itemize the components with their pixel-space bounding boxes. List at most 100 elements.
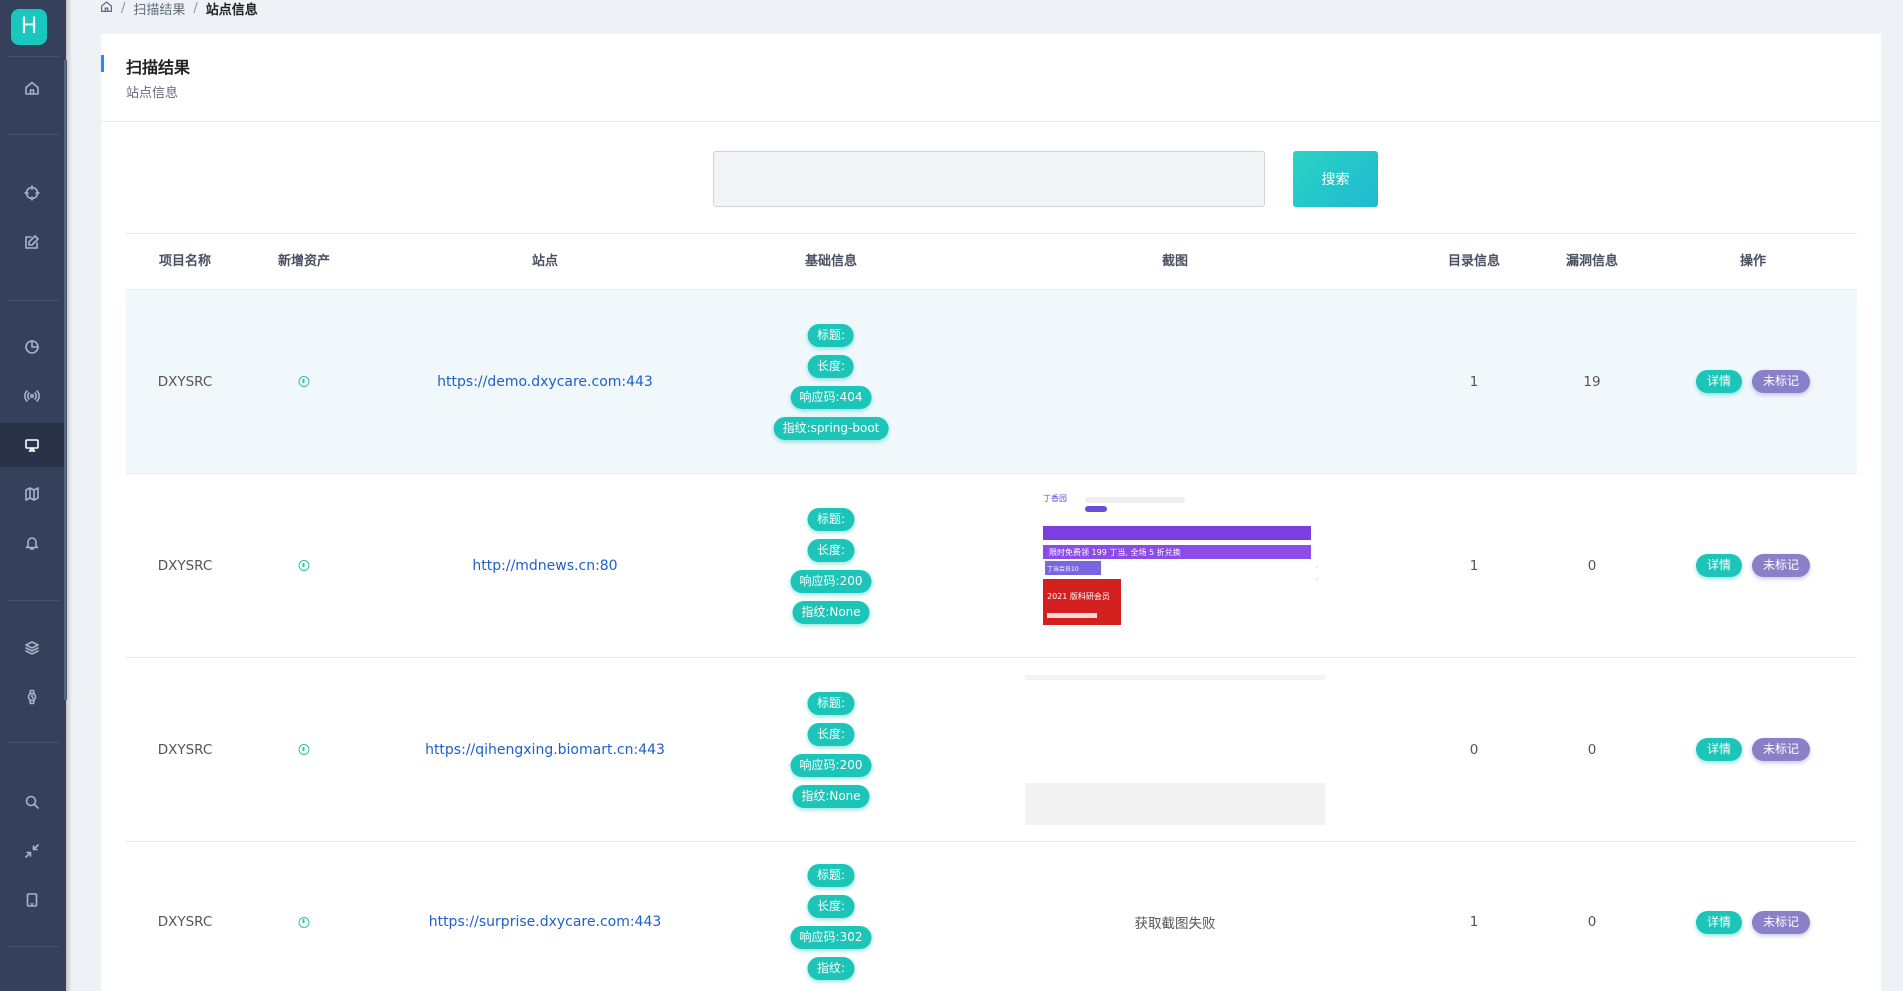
detail-button[interactable]: 详情 [1695, 370, 1742, 393]
search-button[interactable]: 搜索 [1293, 151, 1378, 207]
collapse-icon[interactable] [0, 829, 64, 873]
nav-divider [8, 946, 60, 947]
breadcrumb: / 扫描结果 / 站点信息 [100, 0, 258, 18]
svg-text:◦: ◦ [1315, 564, 1319, 571]
table-row[interactable]: DXYSRC https://qihengxing.biomart.cn:443… [126, 658, 1857, 842]
detail-button[interactable]: 详情 [1695, 554, 1742, 577]
shot-promo-text: 2021 版科研会员 [1047, 591, 1110, 601]
nav-divider [8, 300, 60, 301]
column-header-basic-info[interactable]: 基础信息 [805, 234, 857, 290]
row-actions: 详情 未标记 [1695, 290, 1811, 473]
mark-button[interactable]: 未标记 [1752, 554, 1811, 577]
site-screenshot-thumbnail[interactable] [1025, 674, 1325, 825]
home-icon[interactable] [0, 66, 64, 110]
screenshot-cell: 丁香园 限时免费领 199 丁当, 全场 5 折兑换 丁当会员10 2021 版… [1025, 474, 1325, 657]
site-table: 项目名称 新增资产 站点 基础信息 截图 目录信息 漏洞信息 操作 DXYSRC… [126, 233, 1857, 991]
bell-icon[interactable] [0, 521, 64, 565]
info-circle-icon[interactable] [298, 744, 310, 755]
length-tag: 长度: [807, 538, 855, 562]
column-header-vuln-info[interactable]: 漏洞信息 [1566, 234, 1618, 290]
status-code-tag: 响应码:200 [790, 569, 872, 593]
mark-button[interactable]: 未标记 [1752, 910, 1811, 934]
page-subtitle: 站点信息 [126, 86, 179, 101]
fingerprint-tag: 指纹:None [792, 784, 870, 808]
status-code-tag: 响应码:200 [790, 753, 872, 777]
breadcrumb-item-scan-results[interactable]: 扫描结果 [133, 0, 185, 18]
row-actions: 详情 未标记 [1695, 842, 1811, 991]
column-header-site[interactable]: 站点 [532, 234, 558, 290]
sidebar: H [0, 0, 66, 991]
watch-icon[interactable] [0, 675, 64, 719]
length-tag: 长度: [807, 354, 855, 378]
table-row[interactable]: DXYSRC https://demo.dxycare.com:443 标题: … [126, 290, 1857, 474]
fingerprint-tag: 指纹: [807, 957, 855, 980]
dir-info-count[interactable]: 1 [1470, 842, 1479, 991]
vuln-info-count[interactable]: 0 [1588, 842, 1597, 991]
basic-info: 标题: 长度: 响应码:200 指纹:None [790, 658, 872, 841]
table-row[interactable]: DXYSRC http://mdnews.cn:80 标题: 长度: 响应码:2… [126, 474, 1857, 658]
table-row[interactable]: DXYSRC https://surprise.dxycare.com:443 … [126, 842, 1857, 991]
title-tag: 标题: [807, 691, 855, 715]
search-input[interactable] [713, 151, 1265, 207]
length-tag: 长度: [807, 722, 855, 746]
mark-button[interactable]: 未标记 [1752, 738, 1811, 761]
mark-button[interactable]: 未标记 [1752, 370, 1811, 393]
site-link[interactable]: https://demo.dxycare.com:443 [437, 290, 653, 473]
map-icon[interactable] [0, 472, 64, 516]
layers-icon[interactable] [0, 626, 64, 670]
dir-info-count[interactable]: 1 [1470, 474, 1479, 657]
vuln-info-count[interactable]: 0 [1588, 658, 1597, 841]
basic-info: 标题: 长度: 响应码:404 指纹:spring-boot [773, 290, 889, 473]
nav-divider [8, 742, 60, 743]
page-title: 扫描结果 [126, 58, 191, 77]
fingerprint-tag: 指纹:None [792, 600, 870, 624]
site-link[interactable]: https://qihengxing.biomart.cn:443 [425, 658, 665, 841]
status-code-tag: 响应码:404 [790, 385, 872, 409]
project-name: DXYSRC [157, 557, 213, 574]
home-icon[interactable] [100, 0, 113, 17]
title-accent-bar [101, 55, 104, 72]
site-screenshot-thumbnail[interactable]: 丁香园 限时免费领 199 丁当, 全场 5 折兑换 丁当会员10 2021 版… [1025, 490, 1325, 641]
column-header-new-asset[interactable]: 新增资产 [278, 234, 330, 290]
info-circle-icon[interactable] [298, 560, 310, 571]
column-header-project[interactable]: 项目名称 [159, 234, 211, 290]
site-link[interactable]: http://mdnews.cn:80 [472, 474, 617, 657]
crosshair-icon[interactable] [0, 171, 64, 215]
detail-button[interactable]: 详情 [1695, 910, 1742, 934]
nav-divider [8, 56, 60, 57]
content-card: 扫描结果 站点信息 搜索 项目名称 新增资产 站点 基础信息 截图 目录信息 漏… [101, 34, 1881, 991]
row-actions: 详情 未标记 [1695, 474, 1811, 657]
pie-chart-icon[interactable] [0, 325, 64, 369]
basic-info: 标题: 长度: 响应码:200 指纹:None [790, 474, 872, 657]
vuln-info-count[interactable]: 19 [1583, 290, 1600, 473]
dir-info-count[interactable]: 1 [1470, 290, 1479, 473]
app-logo[interactable]: H [11, 9, 47, 45]
table-header: 项目名称 新增资产 站点 基础信息 截图 目录信息 漏洞信息 操作 [126, 233, 1857, 290]
nav-divider [8, 600, 60, 601]
breadcrumb-separator: / [193, 0, 198, 16]
monitor-icon[interactable] [0, 423, 64, 467]
vuln-info-count[interactable]: 0 [1588, 474, 1597, 657]
title-tag: 标题: [807, 864, 855, 887]
column-header-dir-info[interactable]: 目录信息 [1448, 234, 1500, 290]
info-circle-icon[interactable] [298, 916, 310, 928]
dir-info-count[interactable]: 0 [1470, 658, 1479, 841]
site-link[interactable]: https://surprise.dxycare.com:443 [429, 842, 662, 991]
tablet-icon[interactable] [0, 878, 64, 922]
broadcast-icon[interactable] [0, 374, 64, 418]
title-tag: 标题: [807, 323, 855, 347]
title-tag: 标题: [807, 507, 855, 531]
detail-button[interactable]: 详情 [1695, 738, 1742, 761]
search-icon[interactable] [0, 780, 64, 824]
project-name: DXYSRC [157, 914, 213, 930]
new-asset-cell [298, 474, 310, 657]
column-header-screenshot[interactable]: 截图 [1162, 234, 1188, 290]
svg-text:◦: ◦ [1315, 576, 1319, 583]
info-circle-icon[interactable] [298, 376, 310, 387]
shot-logo: 丁香园 [1043, 493, 1067, 503]
new-asset-cell [298, 658, 310, 841]
new-asset-cell [298, 290, 310, 473]
column-header-actions[interactable]: 操作 [1740, 234, 1766, 290]
project-name: DXYSRC [157, 373, 213, 390]
edit-icon[interactable] [0, 220, 64, 264]
